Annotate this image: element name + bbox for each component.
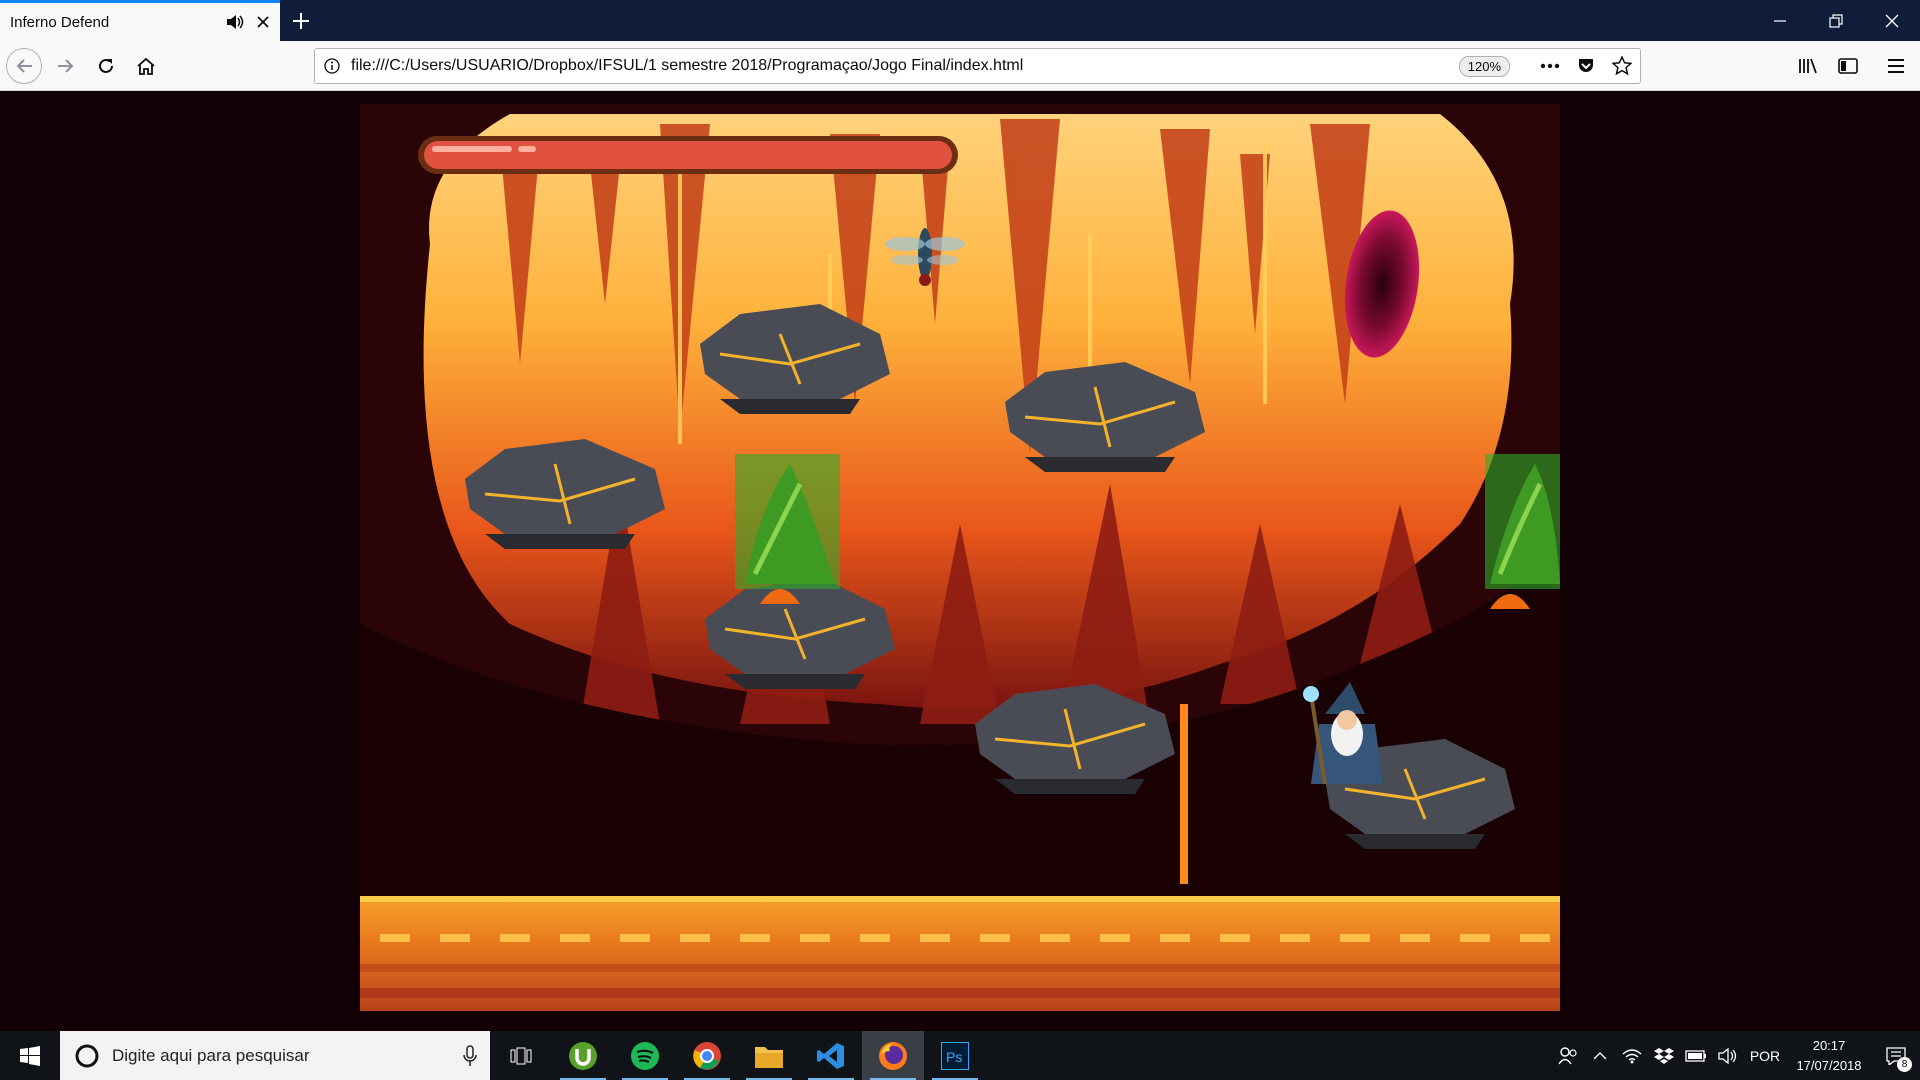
lava-ripple xyxy=(800,934,830,942)
file-explorer-icon[interactable] xyxy=(738,1031,800,1080)
fire-plant-enemy xyxy=(735,454,840,604)
lava-ripple xyxy=(560,934,590,942)
reload-button[interactable] xyxy=(88,49,124,83)
new-tab-button[interactable] xyxy=(286,6,316,36)
health-bar-fill xyxy=(424,141,952,169)
cortana-icon xyxy=(75,1044,99,1067)
back-button[interactable] xyxy=(6,48,42,84)
notification-badge: 8 xyxy=(1897,1057,1912,1072)
spotify-icon[interactable] xyxy=(614,1031,676,1080)
close-tab-icon[interactable] xyxy=(252,11,274,33)
hamburger-menu-icon[interactable] xyxy=(1878,49,1914,83)
health-bar xyxy=(418,136,958,174)
chevron-up-icon[interactable] xyxy=(1584,1031,1616,1080)
firefox-icon[interactable] xyxy=(862,1031,924,1080)
pocket-icon[interactable] xyxy=(1568,49,1604,83)
lava-ripple xyxy=(1040,934,1070,942)
browser-tab-bar: Inferno Defend xyxy=(0,0,1920,41)
system-clock[interactable]: 20:17 17/07/2018 xyxy=(1786,1036,1872,1076)
wifi-icon[interactable] xyxy=(1616,1031,1648,1080)
photoshop-icon[interactable]: Ps xyxy=(924,1031,986,1080)
page-actions-icon[interactable] xyxy=(1532,49,1568,83)
lava-ripple xyxy=(440,934,470,942)
game-canvas[interactable] xyxy=(360,104,1560,1011)
utorrent-icon[interactable] xyxy=(552,1031,614,1080)
taskbar-search-box[interactable]: Digite aqui para pesquisar xyxy=(60,1031,490,1080)
address-bar[interactable]: file:///C:/Users/USUARIO/Dropbox/IFSUL/1… xyxy=(314,48,1641,84)
action-center-icon[interactable]: 8 xyxy=(1872,1031,1920,1080)
lava-ripple xyxy=(1100,934,1130,942)
lava-fall xyxy=(1180,704,1188,884)
lava-floor xyxy=(360,896,1560,1011)
lava-ripple xyxy=(920,934,950,942)
system-tray: POR 20:17 17/07/2018 8 xyxy=(1552,1031,1920,1080)
lava-ripple xyxy=(1460,934,1490,942)
clock-time: 20:17 xyxy=(1812,1037,1846,1053)
people-icon[interactable] xyxy=(1552,1031,1584,1080)
lava-ripple xyxy=(740,934,770,942)
lava-ripple xyxy=(680,934,710,942)
svg-text:Ps: Ps xyxy=(946,1049,962,1065)
restore-button[interactable] xyxy=(1808,0,1864,41)
input-language[interactable]: POR xyxy=(1744,1031,1786,1080)
volume-icon[interactable] xyxy=(1712,1031,1744,1080)
battery-icon[interactable] xyxy=(1680,1031,1712,1080)
lava-ripple xyxy=(1280,934,1310,942)
task-view-icon[interactable] xyxy=(490,1031,552,1080)
search-placeholder: Digite aqui para pesquisar xyxy=(112,1045,310,1065)
tab-title: Inferno Defend xyxy=(10,13,110,31)
lava-ripple xyxy=(980,934,1010,942)
lava-ripple xyxy=(1400,934,1430,942)
lava-ripple xyxy=(1520,934,1550,942)
home-button[interactable] xyxy=(128,49,164,83)
tab-inferno-defend[interactable]: Inferno Defend xyxy=(0,0,280,41)
clock-date: 17/07/2018 xyxy=(1796,1057,1862,1073)
minimize-button[interactable] xyxy=(1752,0,1808,41)
fire-plant-enemy xyxy=(1485,454,1560,609)
chrome-icon[interactable] xyxy=(676,1031,738,1080)
lava-ripple xyxy=(620,934,650,942)
lava-ripple xyxy=(1220,934,1250,942)
start-button[interactable] xyxy=(0,1031,60,1080)
site-info-icon[interactable] xyxy=(315,49,349,83)
dropbox-icon[interactable] xyxy=(1648,1031,1680,1080)
lava-ripple xyxy=(1340,934,1370,942)
vscode-icon[interactable] xyxy=(800,1031,862,1080)
microphone-icon[interactable] xyxy=(450,1044,490,1067)
bookmark-star-icon[interactable] xyxy=(1604,49,1640,83)
zoom-level-badge[interactable]: 120% xyxy=(1458,55,1510,77)
close-window-button[interactable] xyxy=(1864,0,1920,41)
url-text[interactable]: file:///C:/Users/USUARIO/Dropbox/IFSUL/1… xyxy=(349,57,1459,75)
lava-ripple xyxy=(500,934,530,942)
navigation-toolbar: file:///C:/Users/USUARIO/Dropbox/IFSUL/1… xyxy=(0,41,1920,91)
lava-ripple xyxy=(860,934,890,942)
forward-button[interactable] xyxy=(48,49,84,83)
lava-ripple xyxy=(380,934,410,942)
speaker-icon[interactable] xyxy=(224,11,246,33)
page-content xyxy=(0,92,1920,1031)
sidebar-toggle-icon[interactable] xyxy=(1830,49,1866,83)
lava-ripple xyxy=(1160,934,1190,942)
windows-taskbar: Digite aqui para pesquisar Ps POR 20:17 … xyxy=(0,1031,1920,1080)
library-icon[interactable] xyxy=(1790,49,1826,83)
